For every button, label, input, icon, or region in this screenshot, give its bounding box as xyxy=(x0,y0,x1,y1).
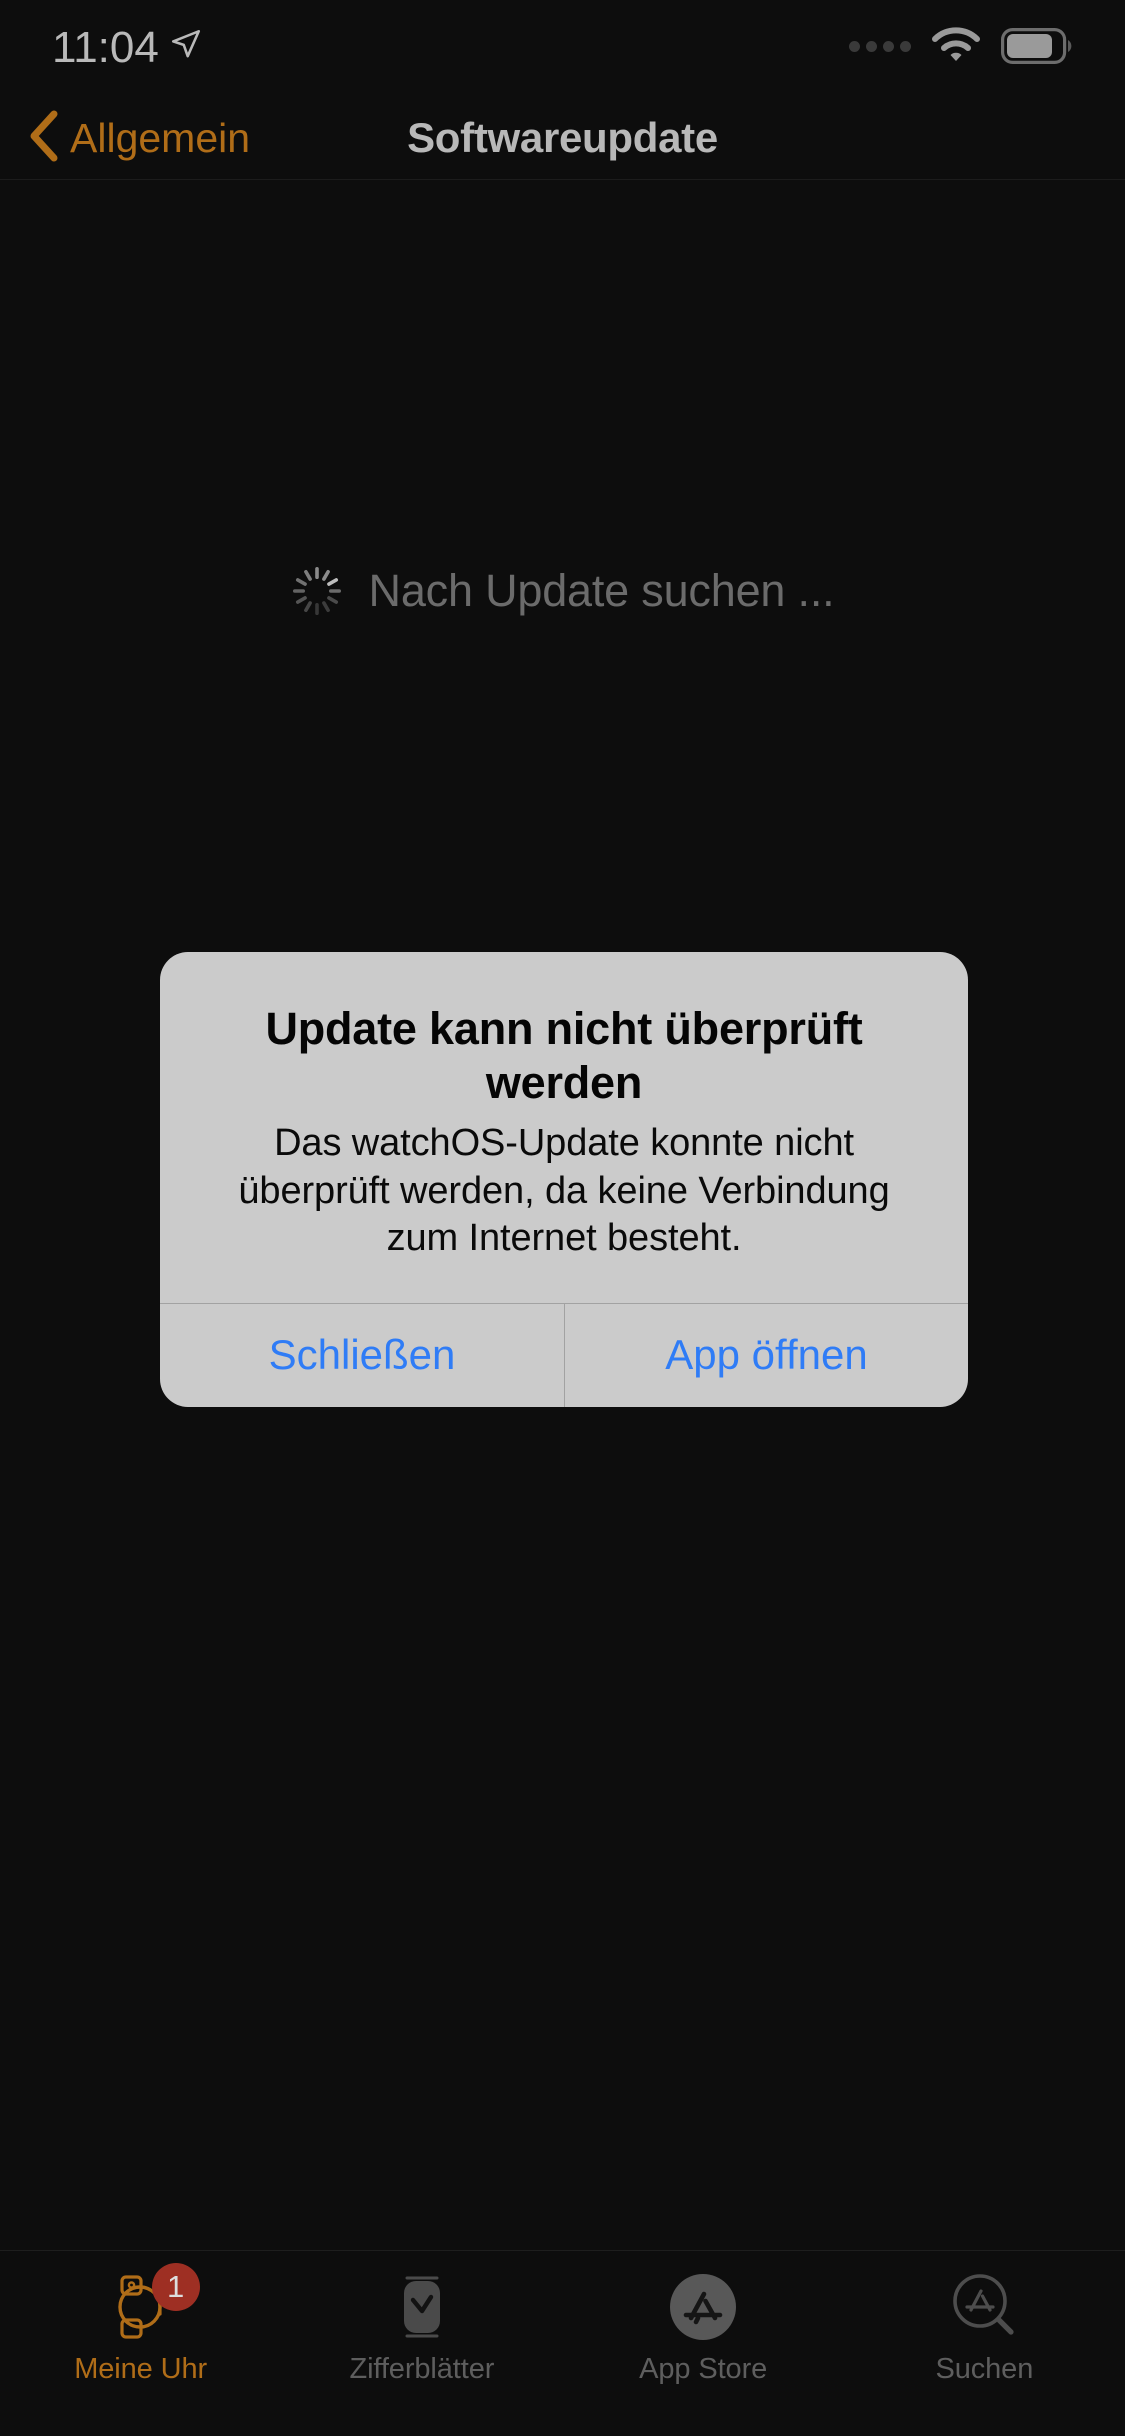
page-title: Softwareupdate xyxy=(407,114,718,161)
tab-label: Meine Uhr xyxy=(74,2353,208,2385)
app-store-icon xyxy=(666,2269,740,2345)
status-bar: 11:04 xyxy=(0,0,1125,96)
tab-badge: 1 xyxy=(151,2263,200,2311)
navigation-bar: Allgemein Softwareupdate xyxy=(0,96,1125,180)
alert-dialog: Update kann nicht überprüft werden Das w… xyxy=(160,952,968,1407)
main-content: Nach Update suchen ... Update kann nicht… xyxy=(0,180,1125,2250)
dismiss-button[interactable]: Schließen xyxy=(160,1304,564,1407)
update-check-status: Nach Update suchen ... xyxy=(0,565,1125,617)
activity-spinner-icon xyxy=(291,565,343,617)
status-bar-right xyxy=(849,26,1073,70)
tab-meine-uhr[interactable]: 1 Meine Uhr xyxy=(0,2263,281,2386)
alert-actions: Schließen App öffnen xyxy=(160,1302,968,1407)
watch-icon: 1 xyxy=(108,2263,200,2345)
tab-zifferblaetter[interactable]: Zifferblätter xyxy=(281,2269,562,2386)
battery-icon xyxy=(1001,27,1073,69)
tab-label: Suchen xyxy=(935,2353,1034,2385)
app-screen: 11:04 Allgemein Softwareupdate Nach Upda… xyxy=(0,0,1125,2436)
tab-label: App Store xyxy=(639,2353,768,2385)
wifi-icon xyxy=(931,26,981,70)
status-bar-left: 11:04 xyxy=(52,26,203,70)
tab-app-store[interactable]: App Store xyxy=(563,2269,844,2386)
tab-bar: 1 Meine Uhr Zifferblätter App Store Such… xyxy=(0,2250,1125,2436)
alert-body: Update kann nicht überprüft werden Das w… xyxy=(160,952,968,1303)
cellular-dots-icon xyxy=(849,41,911,55)
alert-title: Update kann nicht überprüft werden xyxy=(265,1003,863,1108)
status-bar-clock: 11:04 xyxy=(52,23,159,72)
app-store-search-icon xyxy=(947,2269,1021,2345)
location-arrow-icon xyxy=(169,27,203,66)
alert-message: Das watchOS-Update konnte nicht überprüf… xyxy=(238,1122,890,1259)
open-app-button[interactable]: App öffnen xyxy=(564,1303,968,1407)
watch-face-icon xyxy=(391,2269,453,2345)
update-check-label: Nach Update suchen ... xyxy=(368,565,835,616)
tab-suchen[interactable]: Suchen xyxy=(844,2269,1125,2386)
tab-label: Zifferblätter xyxy=(349,2353,495,2385)
